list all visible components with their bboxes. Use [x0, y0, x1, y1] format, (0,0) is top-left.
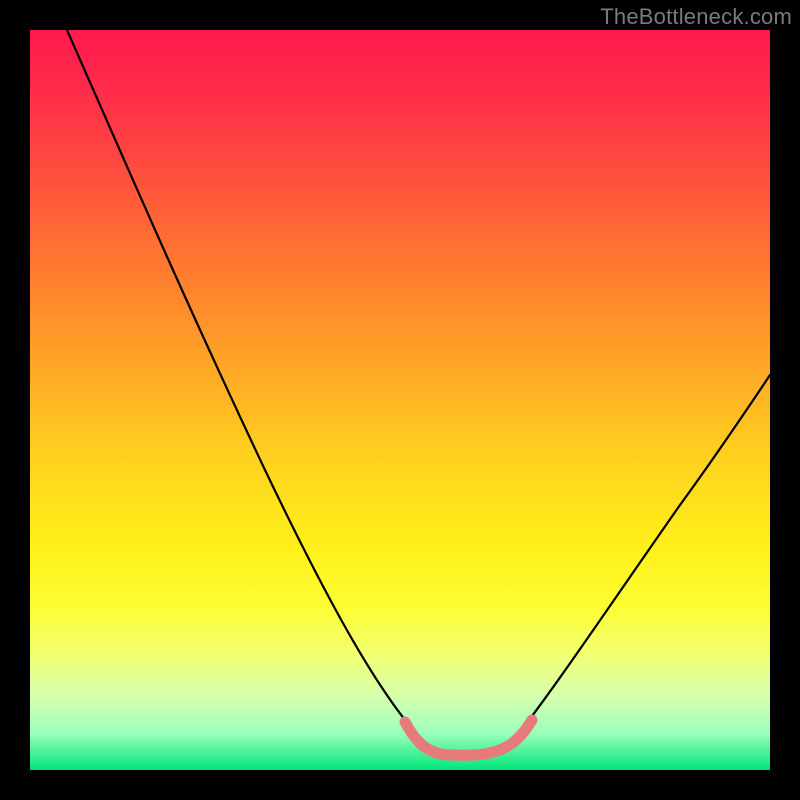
plot-area: [30, 30, 770, 770]
chart-frame: TheBottleneck.com: [0, 0, 800, 800]
curve-layer: [30, 30, 770, 770]
watermark-text: TheBottleneck.com: [600, 4, 792, 30]
valley-highlight: [405, 720, 532, 755]
bottleneck-curve: [67, 30, 770, 755]
